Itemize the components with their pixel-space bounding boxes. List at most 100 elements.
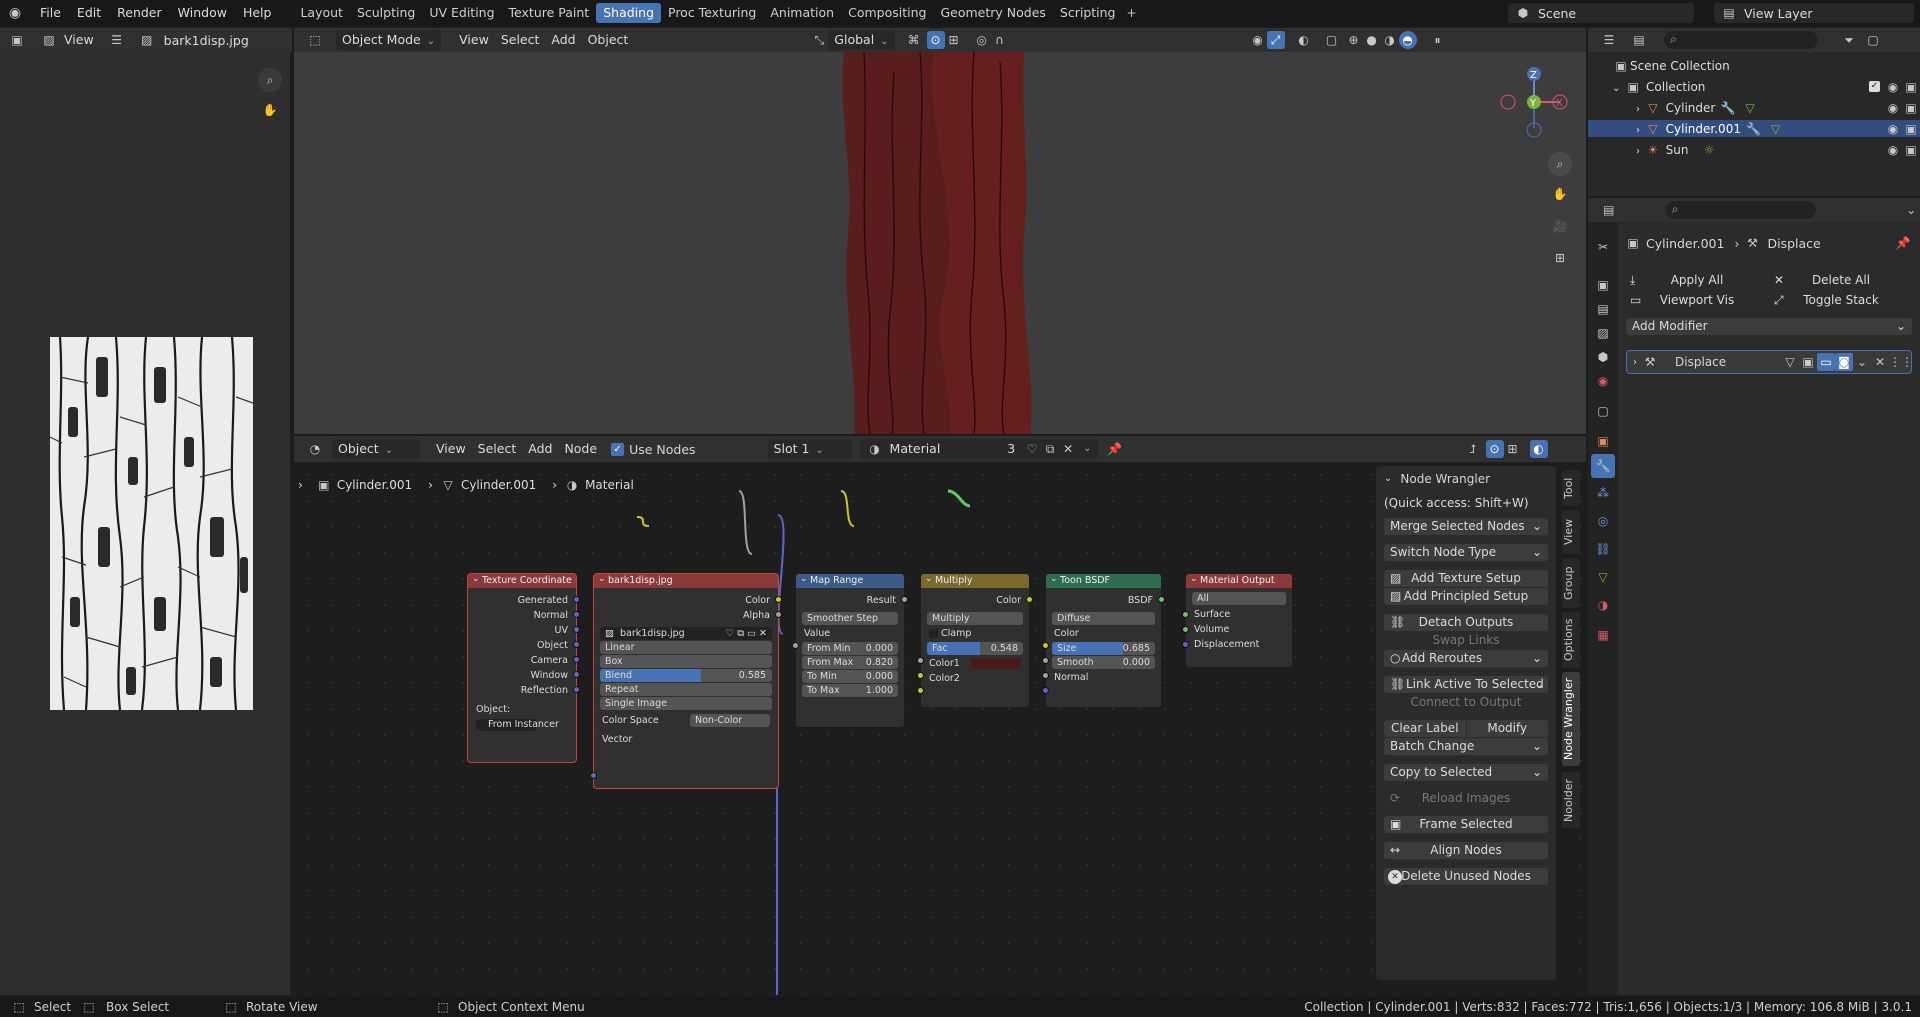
menu-help[interactable]: Help bbox=[235, 0, 280, 26]
outliner-editor-type-icon[interactable]: ☰ bbox=[1600, 31, 1618, 49]
new-collection-icon[interactable]: ▢ bbox=[1864, 31, 1882, 49]
zoom-icon[interactable]: ⌕ bbox=[258, 68, 282, 92]
socket-uv[interactable] bbox=[573, 626, 580, 633]
input-color[interactable]: Color bbox=[1046, 626, 1161, 641]
node-wrangler-header[interactable]: ⌄ Node Wrangler bbox=[1376, 466, 1556, 492]
socket-bsdf[interactable] bbox=[1158, 596, 1165, 603]
color1-swatch[interactable] bbox=[971, 658, 1021, 669]
outliner-item-sun[interactable]: › ☀ Sun ☼ ◉ ▣ bbox=[1588, 141, 1920, 158]
swap-links-button[interactable]: Swap Links bbox=[1384, 632, 1548, 649]
socket-value[interactable] bbox=[792, 642, 799, 649]
viewport-canvas[interactable]: Z X Y ⌕ ✋ 🎥 ⊞ bbox=[294, 52, 1586, 434]
mix-multiply-node[interactable]: Multiply Color Multiply Clamp Fac 0.548 … bbox=[917, 572, 1033, 708]
tab-sculpting[interactable]: Sculpting bbox=[350, 3, 422, 23]
delete-all-button[interactable]: ✕ Delete All bbox=[1770, 272, 1912, 289]
viewport-editor-type-icon[interactable]: ⬚ bbox=[306, 31, 324, 49]
slot-dropdown[interactable]: Slot 1 bbox=[767, 439, 852, 459]
to-min-field[interactable]: To Min 0.000 bbox=[802, 670, 898, 683]
overlay-icon[interactable]: ◐ bbox=[1295, 31, 1313, 49]
add-texture-setup-button[interactable]: ▨ Add Texture Setup bbox=[1384, 570, 1548, 587]
image-view-icon[interactable]: ▨ bbox=[40, 31, 58, 49]
merge-selected-nodes-button[interactable]: Merge Selected Nodes ⌄ bbox=[1384, 518, 1548, 535]
smooth-field[interactable]: Smooth 0.000 bbox=[1052, 656, 1155, 669]
socket-object[interactable] bbox=[573, 641, 580, 648]
image-selector[interactable]: ▨ bark1disp.jpg ♡ ⧉ ▭ ✕ bbox=[600, 627, 772, 640]
cylinder-camera-icon[interactable]: ▣ bbox=[1902, 99, 1920, 117]
image-name-field[interactable]: bark1disp.jpg bbox=[164, 33, 249, 48]
outliner-search-field[interactable]: ⌕ bbox=[1664, 31, 1818, 49]
from-instancer-checkbox[interactable] bbox=[476, 720, 485, 729]
add-modifier-dropdown[interactable]: Add Modifier ⌄ bbox=[1626, 318, 1912, 335]
camera-view-icon[interactable]: 🎥 bbox=[1548, 214, 1572, 238]
interpolation-dropdown[interactable]: Linear bbox=[600, 641, 772, 654]
tab-shading[interactable]: Shading bbox=[596, 3, 661, 23]
tab-node-wrangler[interactable]: Node Wrangler bbox=[1562, 672, 1580, 766]
scene-tab-icon[interactable]: ⬢ bbox=[1594, 348, 1612, 366]
clamp-row[interactable]: Clamp bbox=[921, 626, 1029, 641]
output-color[interactable]: Color bbox=[921, 593, 1029, 608]
from-min-field[interactable]: From Min 0.000 bbox=[802, 642, 898, 655]
view-layer-tab-icon[interactable]: ▨ bbox=[1594, 324, 1612, 342]
output-bsdf[interactable]: BSDF bbox=[1046, 593, 1161, 608]
physics-tab-icon[interactable]: ◎ bbox=[1594, 512, 1612, 530]
cylinder-001-eye-icon[interactable]: ◉ bbox=[1884, 120, 1902, 138]
node-editor-type-icon[interactable]: ◔ bbox=[306, 440, 324, 458]
viewport-menu-view[interactable]: View bbox=[453, 30, 495, 50]
socket-color-in[interactable] bbox=[1042, 642, 1049, 649]
output-window[interactable]: Window bbox=[468, 668, 576, 683]
snap-icon[interactable]: ⊙ bbox=[926, 31, 945, 49]
color-space-dropdown[interactable]: Non-Color bbox=[690, 714, 770, 727]
input-displacement[interactable]: Displacement bbox=[1186, 637, 1292, 652]
switch-node-type-button[interactable]: Switch Node Type ⌄ bbox=[1384, 544, 1548, 561]
node-menu-view[interactable]: View bbox=[430, 439, 472, 459]
collection-eye-icon[interactable]: ◉ bbox=[1884, 78, 1902, 96]
tab-scripting[interactable]: Scripting bbox=[1053, 3, 1123, 23]
display-mode-icon[interactable]: ▤ bbox=[1630, 31, 1648, 49]
proportional-edit-icon[interactable]: ◎ bbox=[973, 31, 991, 49]
view-layer-selector[interactable]: ▤ View Layer bbox=[1714, 3, 1914, 23]
xray-icon[interactable]: ▢ bbox=[1323, 31, 1341, 49]
socket-surface[interactable] bbox=[1182, 611, 1189, 618]
socket-size[interactable] bbox=[1042, 657, 1049, 664]
modifier-menu-icon[interactable]: ⌄ bbox=[1853, 353, 1871, 371]
collection-row[interactable]: ⌄ ▣ Collection ✓ ◉ ▣ bbox=[1588, 78, 1920, 95]
add-reroutes-button[interactable]: ○ Add Reroutes ⌄ bbox=[1384, 650, 1548, 667]
properties-editor-type-icon[interactable]: ▤ bbox=[1600, 201, 1618, 219]
scene-selector[interactable]: ⬢ Scene bbox=[1508, 3, 1694, 23]
constraints-tab-icon[interactable]: ⛓ bbox=[1594, 540, 1612, 558]
batch-change-button[interactable]: Batch Change ⌄ bbox=[1384, 738, 1548, 755]
socket-color1[interactable] bbox=[917, 672, 924, 679]
menu-render[interactable]: Render bbox=[109, 0, 170, 26]
viewport-menu-object[interactable]: Object bbox=[582, 30, 635, 50]
output-reflection[interactable]: Reflection bbox=[468, 683, 576, 698]
cylinder-001-camera-icon[interactable]: ▣ bbox=[1902, 120, 1920, 138]
outliner-item-cylinder[interactable]: › ▽ Cylinder 🔧 ▽ ◉ ▣ bbox=[1588, 99, 1920, 116]
input-surface[interactable]: Surface bbox=[1186, 607, 1292, 622]
socket-color2[interactable] bbox=[917, 687, 924, 694]
copy-to-selected-button[interactable]: Copy to Selected ⌄ bbox=[1384, 764, 1548, 781]
extension-dropdown[interactable]: Repeat bbox=[600, 683, 772, 696]
modifier-tab-icon[interactable]: 🔧 bbox=[1591, 454, 1615, 478]
image-browse-icon[interactable]: ▨ bbox=[138, 31, 156, 49]
modify-labels-button[interactable]: Modify Labels bbox=[1466, 720, 1548, 752]
texture-tab-icon[interactable]: ▦ bbox=[1594, 626, 1612, 644]
toon-bsdf-node[interactable]: Toon BSDF BSDF Diffuse Color Size 0.685 … bbox=[1042, 572, 1165, 708]
shader-type-dropdown[interactable]: Object bbox=[332, 439, 420, 459]
tab-group[interactable]: Group bbox=[1562, 558, 1580, 608]
particles-tab-icon[interactable]: ⁂ bbox=[1594, 484, 1612, 502]
projection-dropdown[interactable]: Box bbox=[600, 655, 772, 668]
input-volume[interactable]: Volume bbox=[1186, 622, 1292, 637]
blend-mode-dropdown[interactable]: Multiply bbox=[927, 612, 1023, 625]
tab-proc-texturing[interactable]: Proc Texturing bbox=[661, 3, 763, 23]
socket-vector[interactable] bbox=[590, 772, 597, 779]
interpolation-type-dropdown[interactable]: Smoother Step bbox=[802, 612, 898, 625]
output-tab-icon[interactable]: ▤ bbox=[1594, 300, 1612, 318]
tab-tool[interactable]: Tool bbox=[1562, 470, 1580, 506]
material-selector[interactable]: ◑ Material 3 ♡ ⧉ ✕ bbox=[859, 439, 1098, 459]
tab-compositing[interactable]: Compositing bbox=[841, 3, 933, 23]
transform-orientation-icon[interactable]: ⤡ bbox=[810, 31, 828, 49]
viewport-pan-icon[interactable]: ✋ bbox=[1548, 182, 1572, 206]
size-slider[interactable]: Size 0.685 bbox=[1052, 642, 1155, 655]
clear-label-button[interactable]: Clear Label bbox=[1384, 720, 1466, 737]
to-max-field[interactable]: To Max 1.000 bbox=[802, 684, 898, 697]
